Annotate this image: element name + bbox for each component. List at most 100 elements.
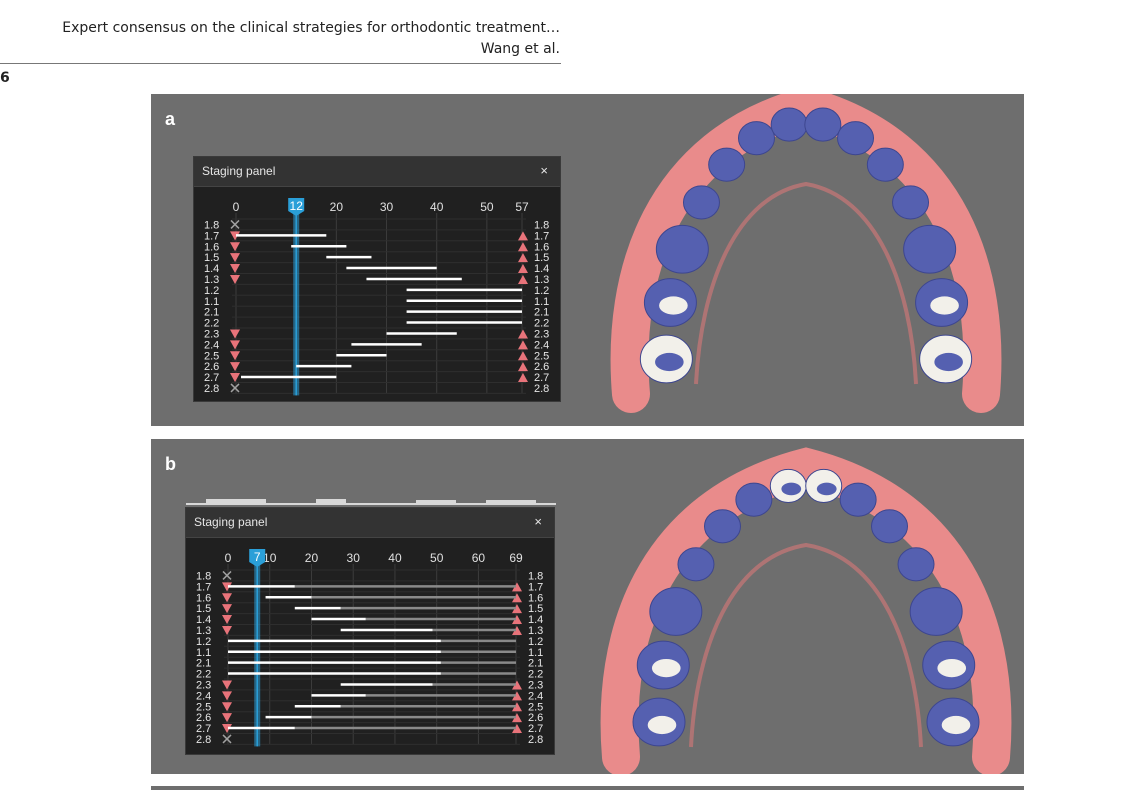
attachment-patch [659,296,688,315]
close-icon[interactable]: × [540,163,548,178]
axis-tick-label: 0 [233,200,240,214]
triangle-down-icon [222,702,232,712]
tooth-crown [737,121,775,156]
triangle-up-icon [518,340,528,350]
triangle-down-icon [230,329,240,339]
attachment-patch [647,715,677,735]
staging-panel-b: Staging panel × 0 10 20 30 40 50 60 69 7 1.8 1.8 1.… [185,507,555,755]
staging-panel-header: Staging panel × [186,508,554,538]
staging-panel-title: Staging panel [202,164,276,178]
triangle-up-icon [518,242,528,252]
figure-panel-a: a Staging panel × 0 20 30 40 50 57 12 1.8 1.8 1.7… [151,94,1024,426]
axis-tick-label: 60 [472,551,486,565]
attachment-patch [781,482,802,496]
header-rule [0,63,561,64]
background-strip [186,499,556,505]
tooth-crown [804,107,842,142]
tooth-crown [839,482,877,517]
gingiva-inner-edge [689,542,923,748]
triangle-down-icon [230,351,240,361]
axis-tick-label: 50 [480,200,494,214]
attachment-patch [937,658,967,678]
triangle-down-icon [230,373,240,383]
axis-tick-label: 69 [509,551,523,565]
tooth-crown [909,587,963,636]
missing-tooth-icon [230,383,240,393]
attachment-patch [941,715,971,735]
triangle-down-icon [222,713,232,723]
running-head: Expert consensus on the clinical strateg… [40,18,560,60]
triangle-up-icon [518,373,528,383]
staging-chart-b: 0 10 20 30 40 50 60 6971.8 1.81.7 1.71.6 1.61.5 1.5… [196,549,543,747]
tooth-crown [866,147,904,182]
tooth-crown [871,509,909,544]
panel-letter-b: b [165,454,176,474]
tooth-crown [655,224,709,274]
triangle-up-icon [518,264,528,274]
tooth-crown [735,482,773,517]
triangle-down-icon [230,264,240,274]
staging-panel-header: Staging panel × [194,157,560,187]
gingiva-inner-edge [694,181,918,385]
triangle-down-icon [222,680,232,690]
attachment-patch [816,482,837,496]
tooth-crown [892,185,930,220]
tooth-crown [903,224,957,274]
tooth-crown [649,587,703,636]
missing-tooth-icon [222,570,232,580]
page-number: 6 [0,70,10,86]
axis-tick-label: 40 [388,551,402,565]
missing-tooth-icon [222,734,232,744]
tooth-crown [677,547,715,582]
triangle-down-icon [230,340,240,350]
tooth-label-left: 2.8 [196,734,211,746]
tooth-crown [682,185,720,220]
missing-tooth-icon [230,219,240,229]
triangle-down-icon [230,362,240,372]
triangle-up-icon [518,253,528,263]
current-stage-label: 7 [254,550,261,564]
staging-chart-a: 0 20 30 40 50 57121.8 1.81.7 1.71.6 1.61.5 1.51.4… [204,198,549,396]
tooth-crown [897,547,935,582]
axis-tick-label: 20 [330,200,344,214]
tooth-crown [708,147,746,182]
axis-tick-label: 30 [380,200,394,214]
triangle-down-icon [230,253,240,263]
running-head-authors: Wang et al. [480,41,560,57]
triangle-down-icon [230,242,240,252]
triangle-down-icon [230,274,240,284]
running-head-title: Expert consensus on the clinical strateg… [62,20,560,36]
staging-panel-title: Staging panel [194,515,268,529]
triangle-down-icon [222,625,232,635]
tooth-crown [837,121,875,156]
triangle-down-icon [222,615,232,625]
attachment-patch [651,658,681,678]
staging-panel-a: Staging panel × 0 20 30 40 50 57 12 1.8 1.8 1.7 1.… [193,156,561,402]
dental-arch-model-a [610,94,1002,413]
axis-tick-label: 57 [515,200,529,214]
tooth-crown [770,107,808,142]
tooth-label-right: 2.8 [528,734,543,746]
triangle-down-icon [222,691,232,701]
figure-panel-b: b Staging panel × 0 10 20 30 40 50 60 69 7 1.8 1.8… [151,439,1024,774]
next-figure-panel-edge [151,786,1024,790]
tooth-label-left: 2.8 [204,383,219,395]
dental-arch-model-b [600,447,1012,774]
triangle-down-icon [222,604,232,614]
axis-tick-label: 50 [430,551,444,565]
triangle-up-icon [518,329,528,339]
current-stage-label: 12 [290,199,304,213]
triangle-up-icon [518,274,528,284]
attachment-patch [930,296,959,315]
attachment-patch [655,352,684,372]
tooth-crown [703,509,741,544]
panel-letter-a: a [165,109,176,129]
attachment-patch [934,352,963,372]
triangle-down-icon [222,593,232,603]
axis-tick-label: 30 [347,551,361,565]
triangle-up-icon [518,362,528,372]
close-icon[interactable]: × [534,514,542,529]
tooth-label-right: 2.8 [534,383,549,395]
axis-tick-label: 40 [430,200,444,214]
triangle-up-icon [518,231,528,241]
